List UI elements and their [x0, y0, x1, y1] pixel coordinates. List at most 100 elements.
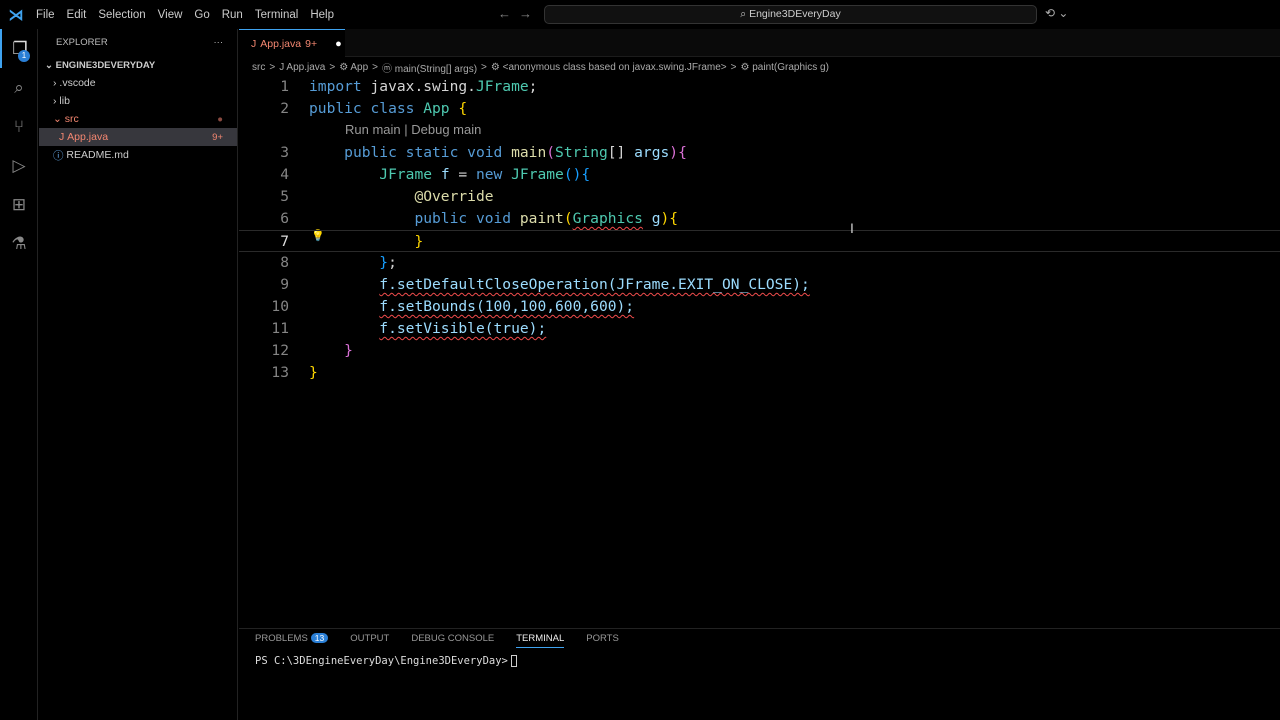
line-number: 10 — [271, 298, 289, 315]
code-token: ( — [546, 144, 556, 161]
explorer-title: EXPLORER — [56, 37, 108, 48]
code-token: JFrame — [511, 166, 564, 183]
code-token: f.setBounds(100,100,600,600); — [379, 298, 635, 315]
tree-item-src[interactable]: ⌄ src ● — [39, 110, 237, 128]
extensions-icon[interactable]: ⊞ — [0, 185, 38, 224]
code-token: { — [669, 210, 679, 227]
explorer-icon[interactable]: ❐ 1 — [0, 29, 38, 68]
code-token: ) — [660, 210, 670, 227]
code-text: f.setBounds(100,100,600,600); — [309, 296, 634, 318]
code-token: f.setDefaultCloseOperation(JFrame.EXIT_O… — [379, 276, 810, 293]
breadcrumb-item[interactable]: src — [252, 62, 265, 73]
breadcrumb-separator: > — [730, 61, 737, 73]
source-control-icon[interactable]: ⑂ — [0, 107, 38, 146]
panel-tab-output[interactable]: OUTPUT — [350, 633, 389, 648]
root-label: ENGINE3DEVERYDAY — [55, 59, 156, 71]
tree-label: .vscode — [59, 77, 96, 89]
breadcrumb-item[interactable]: ⚙ <anonymous class based on javax.swing.… — [491, 62, 727, 73]
breadcrumb-item[interactable]: ⓜ main(String[] args) — [382, 60, 477, 75]
menu-terminal[interactable]: Terminal — [249, 9, 304, 21]
code-token: Graphics — [572, 210, 643, 227]
tab-app-java[interactable]: J App.java 9+ ● — [239, 29, 345, 57]
code-token: public static void — [344, 144, 512, 161]
code-token: f.setVisible(true); — [379, 320, 547, 337]
panel-tab-ports[interactable]: PORTS — [586, 633, 619, 648]
code-token: } — [344, 342, 353, 359]
line-number: 1 — [280, 78, 289, 95]
code-token: import — [309, 78, 371, 95]
forward-icon[interactable]: → — [519, 6, 540, 21]
codelens-run-debug[interactable]: Run main | Debug main — [345, 120, 481, 140]
line-number: 6 — [280, 210, 289, 227]
tree-label: src — [64, 113, 79, 125]
vscode-logo-icon: ⋊ — [8, 6, 24, 24]
code-token: { — [581, 166, 591, 183]
code-text: public void paint(Graphics g){ — [309, 208, 678, 230]
panel-tab-debug-console[interactable]: DEBUG CONSOLE — [411, 633, 494, 648]
code-token: } — [379, 254, 389, 271]
tree-label: lib — [59, 95, 70, 107]
panel-tab-terminal[interactable]: TERMINAL — [516, 633, 565, 648]
code-token: ) — [669, 144, 679, 161]
more-actions-icon[interactable]: ··· — [214, 37, 224, 48]
tree-item-app-java[interactable]: J App.java 9+ — [39, 128, 237, 146]
code-line: 5 @Override — [239, 186, 1280, 208]
code-line: 7 } — [239, 230, 1280, 252]
chevron-right-icon: › — [53, 77, 57, 89]
code-editor[interactable]: Run main | Debug main 💡 1 import javax.sw… — [239, 76, 1280, 616]
breadcrumb-item[interactable]: J App.java — [279, 62, 325, 73]
command-center-search[interactable]: ⌕ Engine3DEveryDay — [544, 5, 1037, 24]
line-number: 5 — [280, 188, 289, 205]
copilot-icon[interactable]: ⟲ ⌄ — [1045, 6, 1068, 20]
panel-tab-problems[interactable]: PROBLEMS 13 — [255, 633, 329, 648]
code-token: String — [555, 144, 608, 161]
code-text: } — [309, 340, 353, 362]
tree-item-vscode[interactable]: › .vscode — [39, 74, 237, 92]
back-icon[interactable]: ← — [498, 6, 519, 21]
breadcrumb: src > J App.java > ⚙ App > ⓜ main(String[] arg… — [252, 58, 829, 76]
panel-tab-label: PROBLEMS — [255, 633, 308, 644]
menu-run[interactable]: Run — [216, 9, 249, 21]
line-number: 3 — [280, 144, 289, 161]
code-token: JFrame — [379, 166, 441, 183]
code-token: [] — [607, 144, 635, 161]
tree-item-readme[interactable]: ⓘ README.md — [39, 146, 237, 164]
unsaved-dot-icon[interactable]: ● — [335, 38, 342, 50]
breadcrumb-item[interactable]: ⚙ paint(Graphics g) — [740, 62, 828, 73]
menu-selection[interactable]: Selection — [92, 9, 151, 21]
title-bar: ⋊ File Edit Selection View Go Run Terminal Help… — [0, 0, 1280, 29]
code-token: main — [511, 144, 547, 161]
breadcrumb-item[interactable]: ⚙ App — [339, 62, 368, 73]
menu-file[interactable]: File — [30, 9, 61, 21]
menu-view[interactable]: View — [152, 9, 189, 21]
workspace-root[interactable]: ⌄ ENGINE3DEVERYDAY — [39, 56, 237, 74]
tree-label: README.md — [66, 149, 129, 161]
line-number: 12 — [271, 342, 289, 359]
editor-tabs: J App.java 9+ ● — [239, 29, 1280, 57]
search-label: Engine3DEveryDay — [749, 8, 841, 20]
terminal[interactable]: PS C:\3DEngineEveryDay\Engine3DEveryDay> — [239, 648, 1280, 667]
run-debug-icon[interactable]: ▷ — [0, 146, 38, 185]
tree-item-lib[interactable]: › lib — [39, 92, 237, 110]
code-line: 13} — [239, 362, 1280, 384]
code-token: args — [634, 144, 670, 161]
code-line: 6 public void paint(Graphics g){ — [239, 208, 1280, 230]
code-token: new — [475, 166, 512, 183]
menu-edit[interactable]: Edit — [61, 9, 93, 21]
testing-icon[interactable]: ⚗ — [0, 224, 38, 263]
menu-help[interactable]: Help — [304, 9, 340, 21]
code-line: 10 f.setBounds(100,100,600,600); — [239, 296, 1280, 318]
code-text: JFrame f = new JFrame(){ — [309, 164, 590, 186]
code-line: 12 } — [239, 340, 1280, 362]
search-icon[interactable]: ⌕ — [0, 68, 38, 107]
panel-tab-label: TERMINAL — [516, 633, 565, 644]
activity-bar: ❐ 1 ⌕ ⑂ ▷ ⊞ ⚗ — [0, 29, 38, 720]
tab-label: App.java — [260, 37, 302, 50]
menu-go[interactable]: Go — [188, 9, 215, 21]
